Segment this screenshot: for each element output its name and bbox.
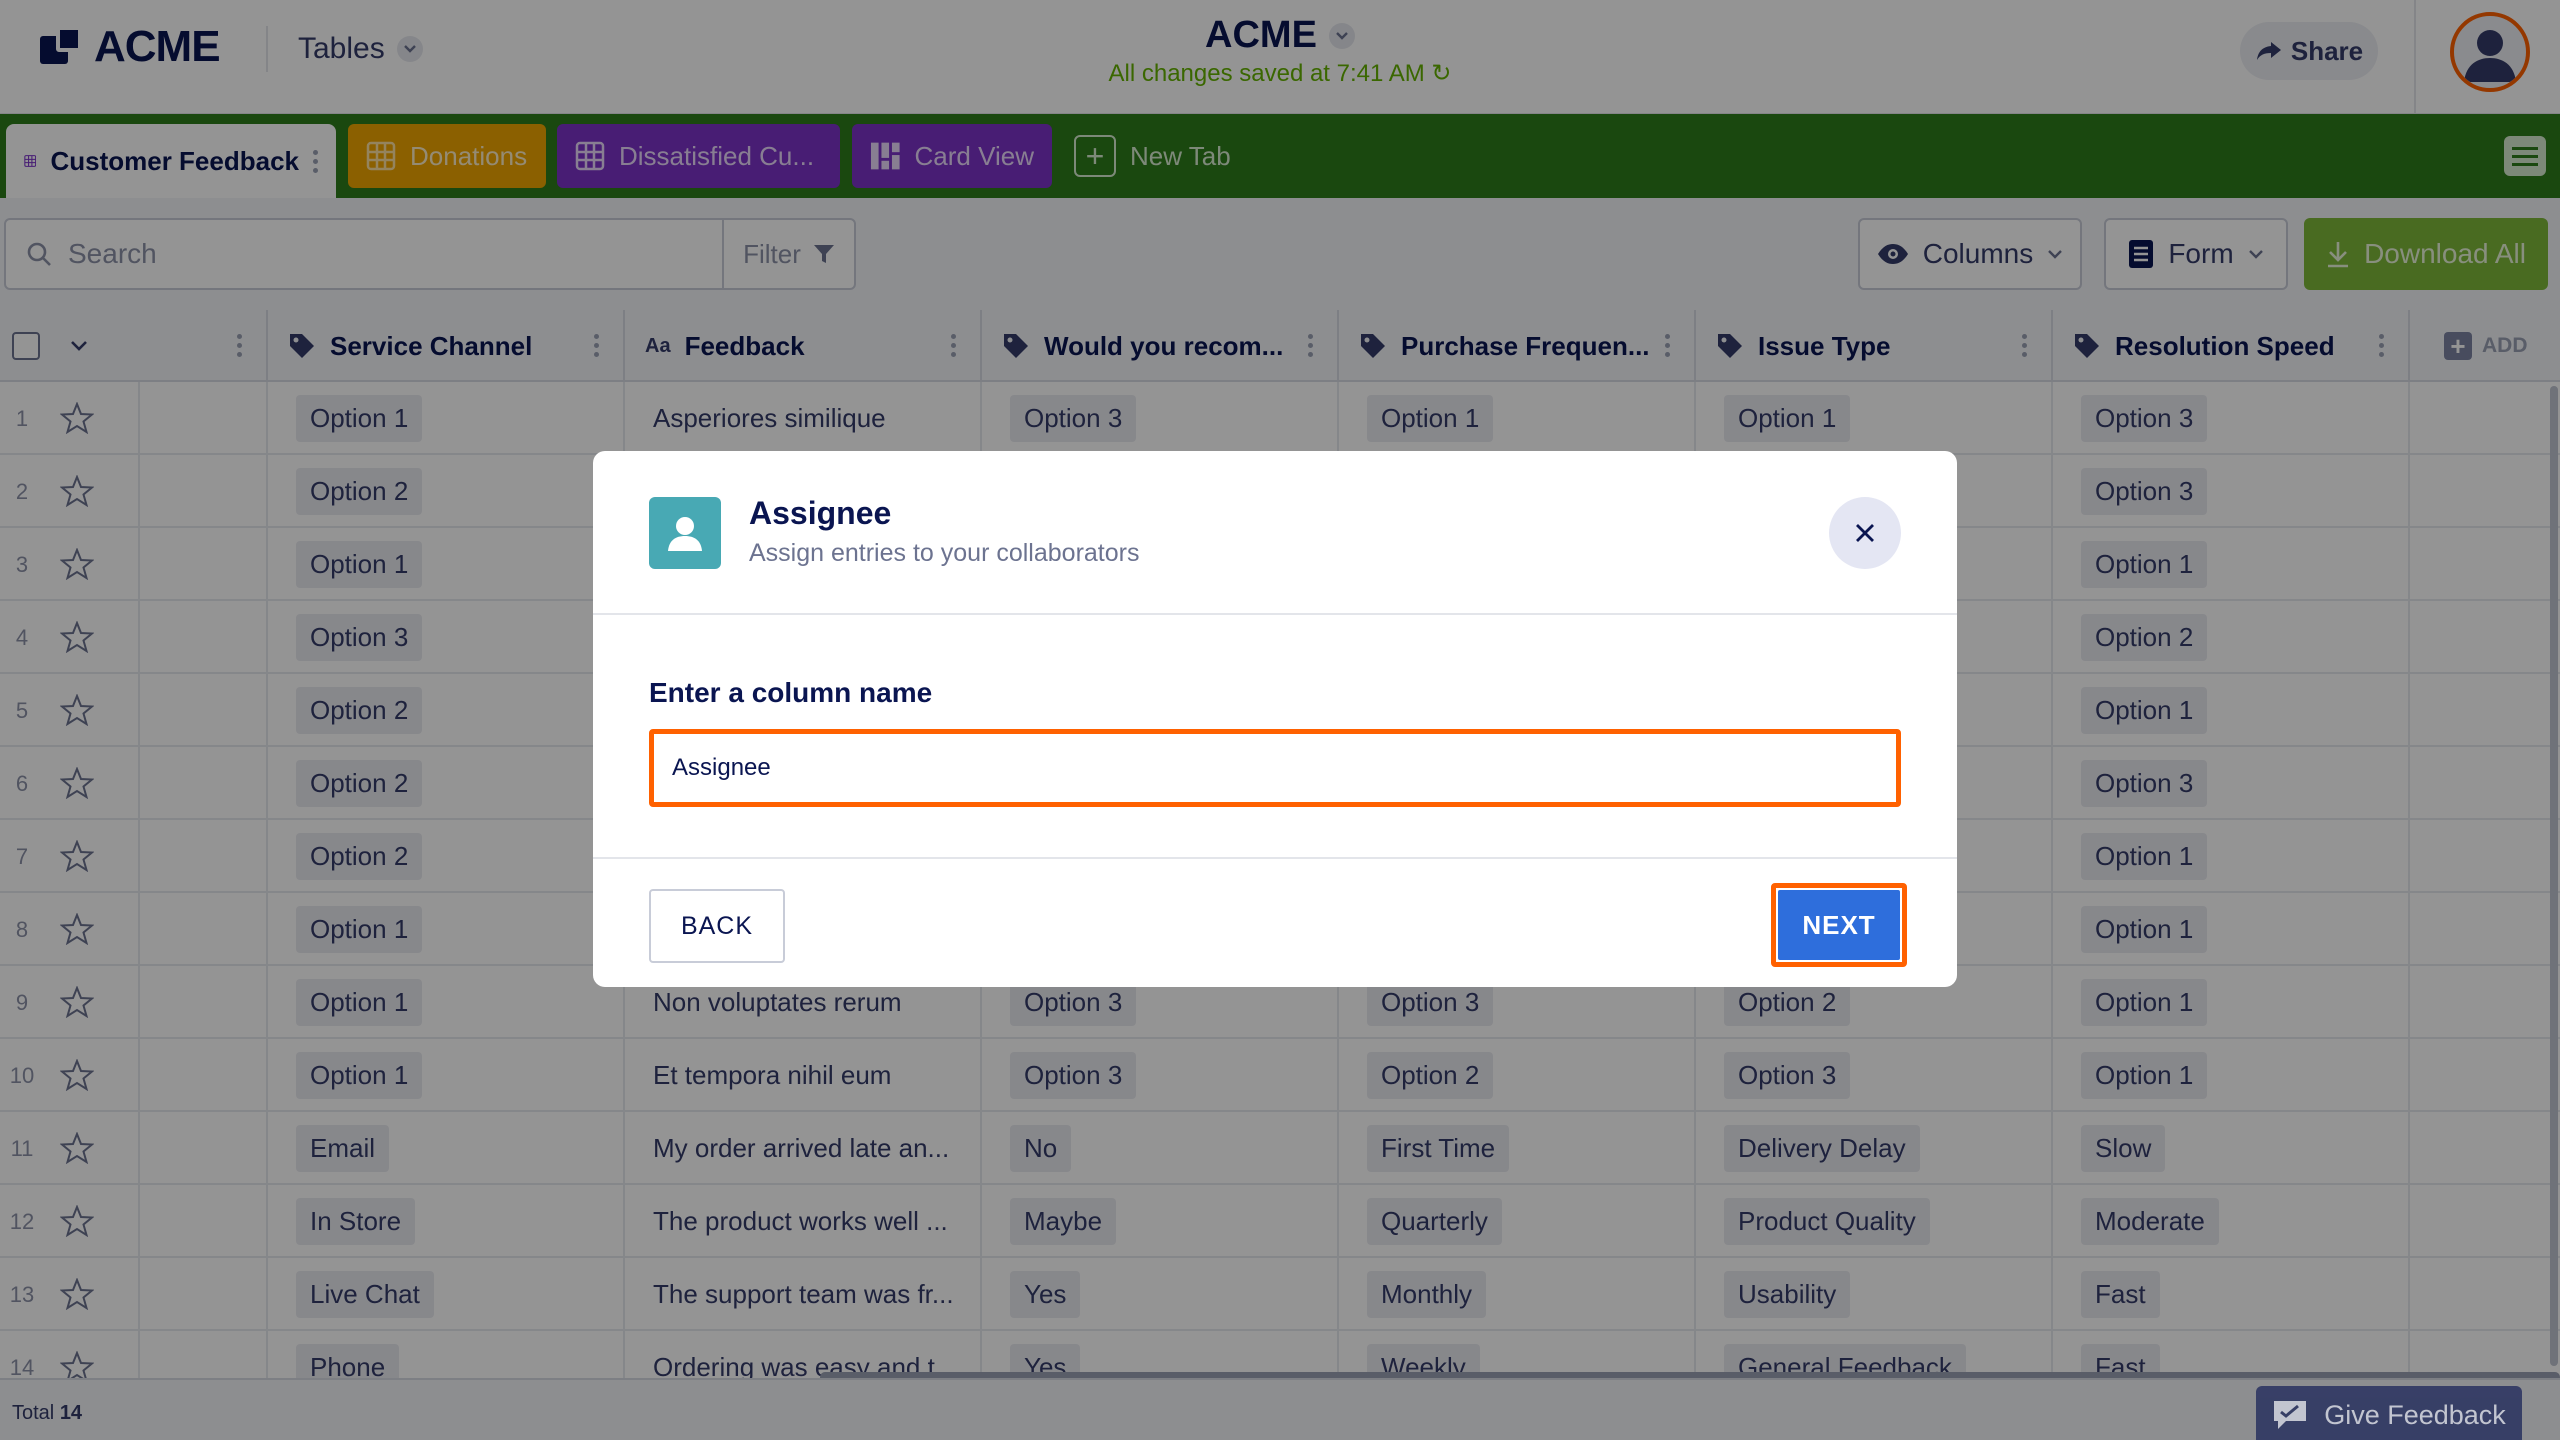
- feedback-chat-icon: [2274, 1401, 2307, 1429]
- modal-header: Assignee Assign entries to your collabor…: [593, 451, 1957, 615]
- column-name-label: Enter a column name: [649, 677, 933, 708]
- back-label: BACK: [680, 911, 754, 940]
- modal-footer: BACK NEXT: [593, 857, 1957, 987]
- add-column-modal: Assignee Assign entries to your collabor…: [593, 451, 1957, 987]
- close-icon: [1856, 524, 1874, 542]
- next-button-focus-ring: NEXT: [1771, 883, 1907, 967]
- modal-body: Enter a column name: [593, 615, 1957, 851]
- user-icon: [649, 497, 721, 569]
- modal-title: Assignee: [749, 495, 892, 531]
- column-name-input[interactable]: [654, 734, 1896, 802]
- next-button[interactable]: NEXT: [1778, 890, 1900, 960]
- back-button[interactable]: BACK: [649, 889, 785, 963]
- give-feedback-button[interactable]: Give Feedback: [2256, 1386, 2522, 1440]
- close-button[interactable]: [1829, 497, 1901, 569]
- next-label: NEXT: [1802, 909, 1876, 940]
- give-feedback-label: Give Feedback: [2324, 1399, 2506, 1430]
- column-name-field-wrapper: [649, 729, 1901, 807]
- modal-subtitle: Assign entries to your collaborators: [749, 539, 1140, 567]
